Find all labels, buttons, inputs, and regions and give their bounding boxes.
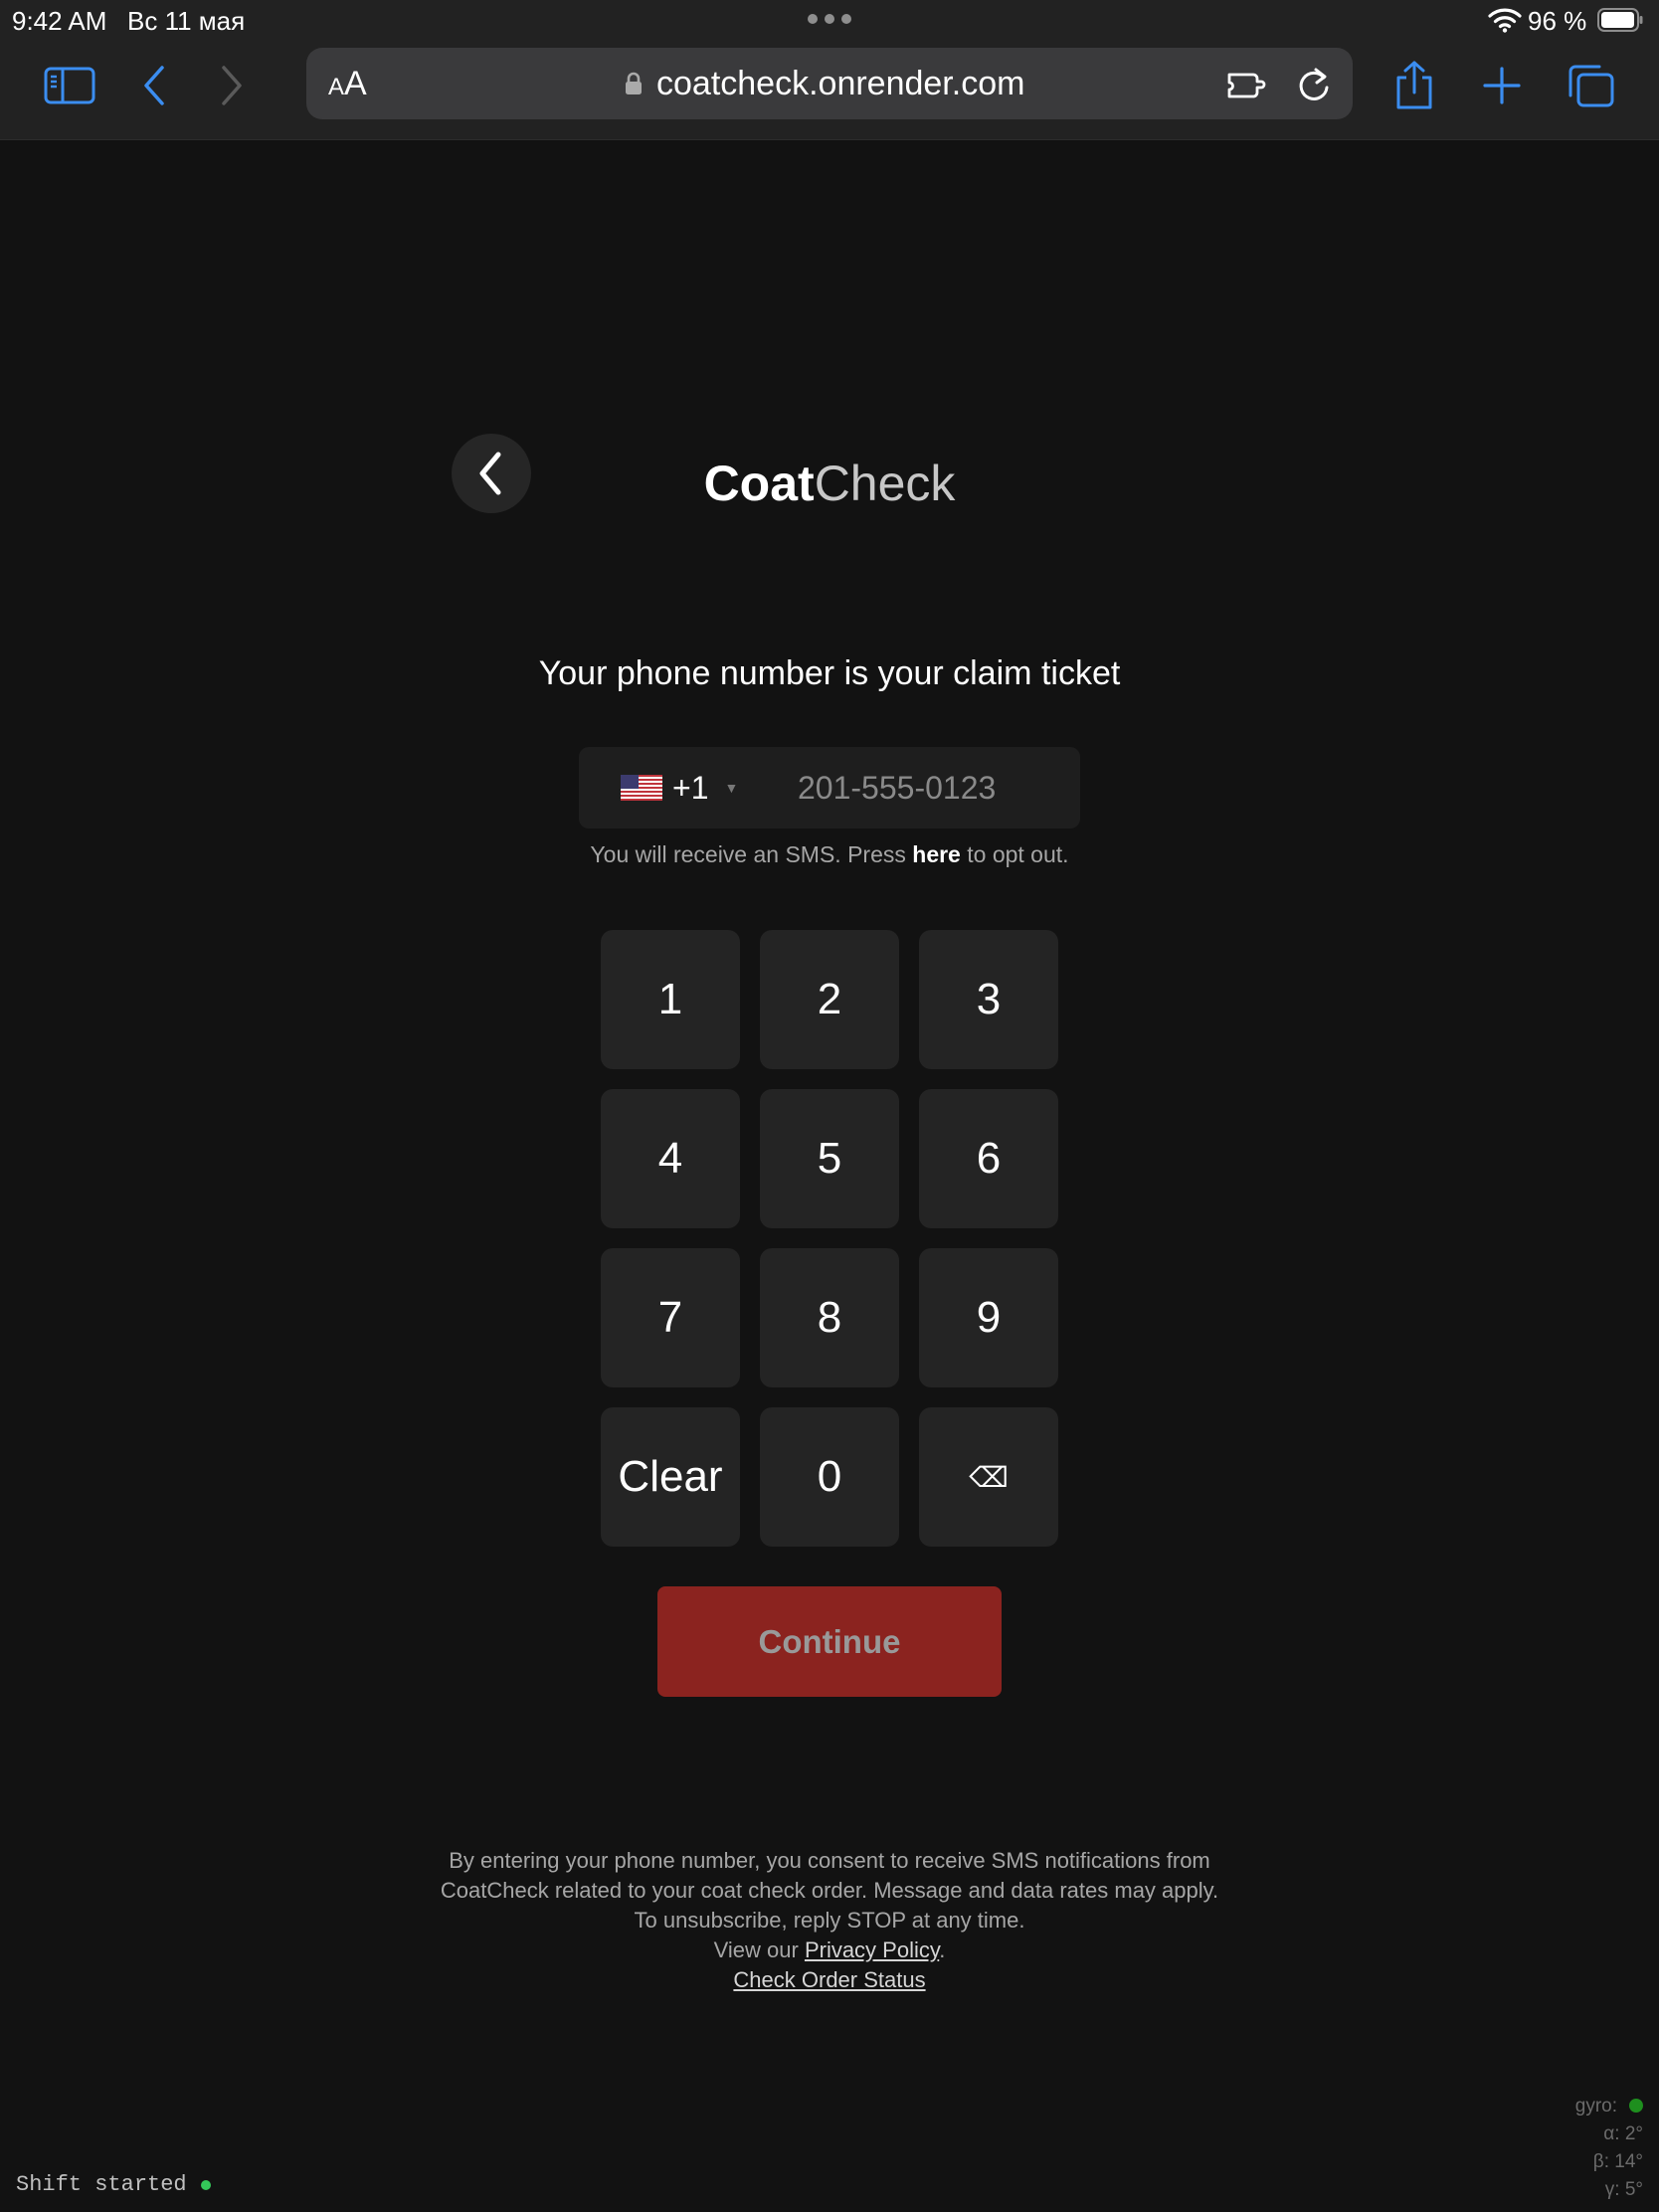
key-3[interactable]: 3 <box>919 930 1058 1069</box>
us-flag-icon <box>621 775 662 801</box>
battery-percent: 96 % <box>1528 6 1587 36</box>
country-code-select[interactable]: +1 ▼ <box>621 747 738 829</box>
gyro-gamma: γ: 5° <box>1604 2179 1643 2200</box>
browser-chrome: 9:42 AM Вс 11 мая 96 % AA coatcheck.onre… <box>0 0 1659 140</box>
battery-icon <box>1597 8 1643 32</box>
lock-icon <box>626 72 642 94</box>
back-arrow-icon[interactable] <box>127 62 183 109</box>
url-text[interactable]: coatcheck.onrender.com <box>656 65 1024 103</box>
consent-text-block: By entering your phone number, you conse… <box>432 1846 1227 1995</box>
key-9[interactable]: 9 <box>919 1248 1058 1387</box>
status-dot-icon <box>200 2179 211 2190</box>
logo-bold-part: Coat <box>703 456 815 511</box>
key-6[interactable]: 6 <box>919 1089 1058 1228</box>
phone-input-group: +1 ▼ <box>579 747 1080 829</box>
gyro-beta: β: 14° <box>1592 2151 1643 2172</box>
new-tab-plus-icon[interactable] <box>1474 62 1530 109</box>
status-time: 9:42 AM <box>12 6 107 36</box>
sms-note: You will receive an SMS. Press here to o… <box>590 841 1069 867</box>
chevron-down-icon: ▼ <box>724 780 739 796</box>
check-order-status-link[interactable]: Check Order Status <box>733 1967 925 1992</box>
gyro-alpha: α: 2° <box>1603 2123 1643 2144</box>
opt-out-link[interactable]: here <box>912 841 961 867</box>
key-4[interactable]: 4 <box>601 1089 740 1228</box>
continue-button[interactable]: Continue <box>657 1586 1002 1697</box>
shift-status-text: Shift started <box>16 2172 187 2197</box>
forward-arrow-icon[interactable] <box>203 62 259 109</box>
key-1[interactable]: 1 <box>601 930 740 1069</box>
reload-icon[interactable] <box>1291 62 1337 105</box>
privacy-policy-link[interactable]: Privacy Policy <box>805 1937 939 1962</box>
consent-text: By entering your phone number, you conse… <box>440 1848 1219 1933</box>
status-date: Вс 11 мая <box>127 6 246 36</box>
sidebar-icon[interactable] <box>42 62 97 109</box>
phone-number-input[interactable] <box>798 747 1066 829</box>
backspace-icon: ⌫ <box>969 1461 1009 1493</box>
gyro-status-dot-icon <box>1629 2099 1643 2113</box>
key-0[interactable]: 0 <box>760 1407 899 1547</box>
key-7[interactable]: 7 <box>601 1248 740 1387</box>
multitasking-dots-icon[interactable] <box>808 14 851 24</box>
clear-button[interactable]: Clear <box>601 1407 740 1547</box>
gyro-label: gyro: <box>1574 2096 1617 2117</box>
status-bar: 9:42 AM Вс 11 мая 96 % <box>0 0 1659 40</box>
share-icon[interactable] <box>1386 61 1442 109</box>
coatcheck-logo: CoatCheck <box>0 454 1659 513</box>
privacy-line: View our Privacy Policy. <box>713 1937 946 1962</box>
extensions-icon[interactable] <box>1223 62 1269 105</box>
text-size-button[interactable]: AA <box>328 66 367 105</box>
page-headline: Your phone number is your claim ticket <box>538 654 1121 692</box>
gyro-readout: gyro: α: 2° β: 14° γ: 5° <box>1575 2093 1643 2204</box>
browser-toolbar: AA coatcheck.onrender.com <box>0 40 1659 139</box>
logo-light-part: Check <box>814 456 956 511</box>
country-code: +1 <box>672 769 709 806</box>
tabs-overview-icon[interactable] <box>1564 62 1619 109</box>
key-5[interactable]: 5 <box>760 1089 899 1228</box>
wifi-icon <box>1488 8 1522 33</box>
numeric-keypad: 1 2 3 4 5 6 7 8 9 Clear 0 ⌫ <box>601 930 1058 1547</box>
backspace-button[interactable]: ⌫ <box>919 1407 1058 1547</box>
address-bar[interactable]: AA coatcheck.onrender.com <box>306 48 1353 119</box>
key-8[interactable]: 8 <box>760 1248 899 1387</box>
key-2[interactable]: 2 <box>760 930 899 1069</box>
shift-status-indicator: Shift started <box>16 2172 211 2197</box>
